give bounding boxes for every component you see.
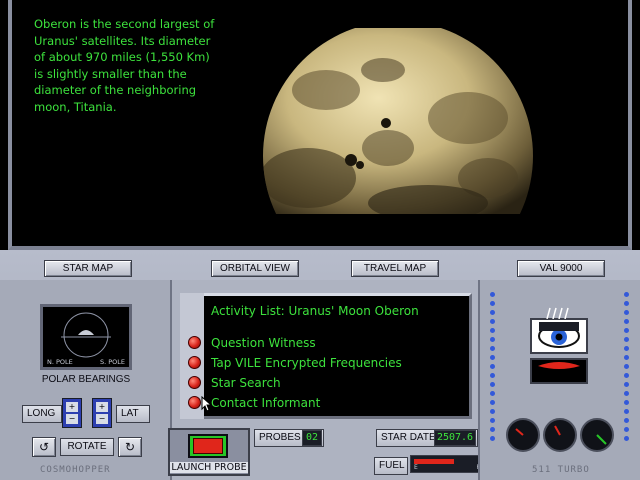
activity-item[interactable]: Question Witness xyxy=(211,336,316,350)
planet-viewport: Oberon is the second largest of Uranus' … xyxy=(8,0,632,250)
gauge-1 xyxy=(506,418,540,452)
rotate-label: ROTATE xyxy=(60,438,114,456)
probe-icon xyxy=(193,438,223,454)
indicator-light xyxy=(490,292,495,297)
indicator-light xyxy=(624,301,629,306)
indicator-light xyxy=(624,400,629,405)
lat-label: LAT xyxy=(116,405,150,423)
model-label: 511 TURBO xyxy=(532,465,590,475)
indicator-light xyxy=(490,310,495,315)
long-label: LONG xyxy=(22,405,62,423)
val-9000-button[interactable]: VAL 9000 xyxy=(517,260,605,277)
long-up-icon[interactable]: + xyxy=(66,402,78,412)
indicator-light xyxy=(624,346,629,351)
lat-stepper[interactable]: + − xyxy=(92,398,112,428)
indicator-light xyxy=(624,292,629,297)
mouth-icon xyxy=(538,362,580,369)
indicator-light xyxy=(490,427,495,432)
indicator-light xyxy=(490,409,495,414)
launch-probe-label: LAUNCH PROBE xyxy=(170,462,248,473)
indicator-light xyxy=(490,400,495,405)
val-eye-display xyxy=(530,318,588,354)
orbital-view-button[interactable]: ORBITAL VIEW xyxy=(211,260,299,277)
indicator-light xyxy=(624,373,629,378)
star-date-value: 2507.6 xyxy=(434,430,476,446)
indicator-light xyxy=(490,436,495,441)
polar-bearings-label: POLAR BEARINGS xyxy=(41,374,131,385)
val-mouth-display xyxy=(530,358,588,384)
indicator-light xyxy=(624,409,629,414)
contact-informant-button[interactable] xyxy=(188,396,201,409)
indicator-light xyxy=(624,310,629,315)
lat-up-icon[interactable]: + xyxy=(96,402,108,412)
fuel-label: FUEL xyxy=(374,457,408,475)
indicator-light xyxy=(624,382,629,387)
indicator-light xyxy=(490,382,495,387)
moon-image xyxy=(248,28,538,228)
n-pole-label: N. POLE xyxy=(47,358,73,366)
cursor-arrow-icon xyxy=(201,396,213,412)
indicator-light xyxy=(624,319,629,324)
cosmohopper-label: COSMOHOPPER xyxy=(40,465,111,475)
indicator-light xyxy=(624,436,629,441)
fuel-empty-label: E xyxy=(414,464,418,471)
lat-down-icon[interactable]: − xyxy=(96,414,108,424)
indicator-light xyxy=(624,418,629,423)
rotate-left-icon[interactable]: ↺ xyxy=(32,437,56,457)
gauge-2 xyxy=(543,418,577,452)
indicator-light xyxy=(624,364,629,369)
indicator-light xyxy=(490,364,495,369)
indicator-light xyxy=(490,391,495,396)
eye-icon xyxy=(538,322,580,348)
moon-description: Oberon is the second largest of Uranus' … xyxy=(34,17,215,114)
travel-map-button[interactable]: TRAVEL MAP xyxy=(351,260,439,277)
indicator-light xyxy=(490,355,495,360)
fuel-level-bar xyxy=(414,459,454,464)
probes-count: 02 xyxy=(302,430,322,446)
s-pole-label: S. POLE xyxy=(99,358,125,366)
star-map-button[interactable]: STAR MAP xyxy=(44,260,132,277)
indicator-light xyxy=(490,346,495,351)
indicator-light xyxy=(490,337,495,342)
indicator-light xyxy=(624,328,629,333)
indicator-light xyxy=(490,301,495,306)
long-down-icon[interactable]: − xyxy=(66,414,78,424)
indicator-light xyxy=(624,391,629,396)
launch-probe-button[interactable]: LAUNCH PROBE xyxy=(168,428,250,476)
activity-title: Activity List: Uranus' Moon Oberon xyxy=(211,304,419,318)
question-witness-button[interactable] xyxy=(188,336,201,349)
gauge-3 xyxy=(580,418,614,452)
indicator-light xyxy=(490,373,495,378)
indicator-light xyxy=(490,418,495,423)
activity-item[interactable]: Contact Informant xyxy=(211,396,320,410)
indicator-light xyxy=(490,319,495,324)
activity-item[interactable]: Star Search xyxy=(211,376,281,390)
val-antenna-icon xyxy=(543,304,573,320)
polar-bearings-screen: N. POLE S. POLE xyxy=(40,304,132,370)
fuel-gauge: E F xyxy=(410,455,484,473)
indicator-light xyxy=(624,427,629,432)
rotate-right-icon[interactable]: ↻ xyxy=(118,437,142,457)
star-search-button[interactable] xyxy=(188,376,201,389)
indicator-light xyxy=(624,355,629,360)
activity-list: Activity List: Uranus' Moon Oberon Quest… xyxy=(180,293,472,419)
tap-frequencies-button[interactable] xyxy=(188,356,201,369)
activity-item[interactable]: Tap VILE Encrypted Frequencies xyxy=(211,356,402,370)
indicator-light xyxy=(624,337,629,342)
long-stepper[interactable]: + − xyxy=(62,398,82,428)
indicator-light xyxy=(490,328,495,333)
